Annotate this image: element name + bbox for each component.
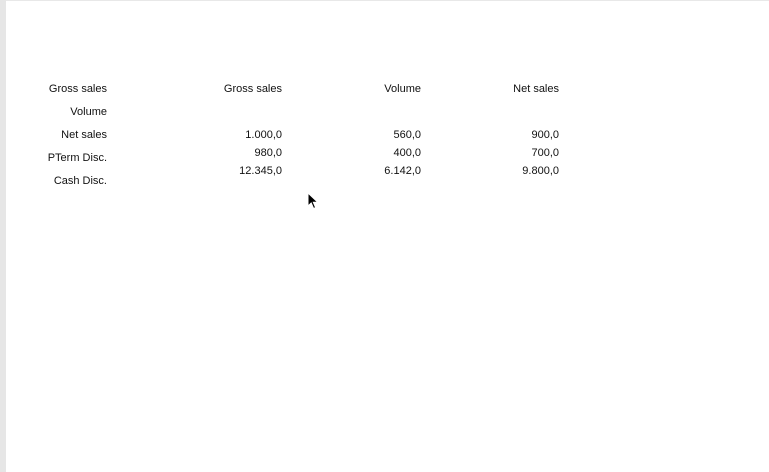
table-cell: 980,0 [254, 147, 282, 159]
table-cell: 12.345,0 [239, 165, 282, 177]
row-label-net-sales: Net sales [61, 129, 107, 141]
table-cell: 1.000,0 [245, 129, 282, 141]
table-cell: 700,0 [531, 147, 559, 159]
mouse-pointer-icon [307, 192, 319, 210]
table-cell: 9.800,0 [522, 165, 559, 177]
table-cell: 900,0 [531, 129, 559, 141]
column-header-volume: Volume [384, 83, 421, 95]
report-canvas: Gross sales Volume Net sales PTerm Disc.… [6, 1, 769, 472]
column-header-net-sales: Net sales [513, 83, 559, 95]
row-label-pterm-disc: PTerm Disc. [47, 152, 107, 164]
table-cell: 400,0 [393, 147, 421, 159]
column-header-gross-sales: Gross sales [223, 83, 282, 95]
row-label-cash-disc: Cash Disc. [53, 175, 107, 187]
row-label-volume: Volume [70, 106, 107, 118]
row-label-gross-sales: Gross sales [48, 83, 107, 95]
table-cell: 560,0 [393, 129, 421, 141]
table-cell: 6.142,0 [384, 165, 421, 177]
